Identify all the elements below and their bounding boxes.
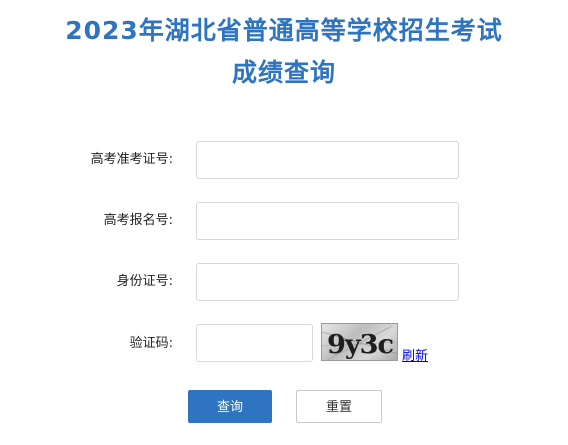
query-button[interactable]: 查询: [188, 390, 272, 423]
reset-button[interactable]: 重置: [296, 390, 382, 423]
registration-number-input[interactable]: [196, 202, 459, 240]
captcha-image[interactable]: 9y3c: [321, 323, 398, 361]
captcha-text: 9y3c: [327, 330, 393, 360]
refresh-captcha-link[interactable]: 刷新: [402, 349, 428, 364]
captcha-input[interactable]: [196, 324, 313, 362]
page-title-line1: 2023年湖北省普通高等学校招生考试: [65, 16, 503, 45]
exam-number-label: 高考准考证号:: [90, 152, 173, 167]
captcha-noise: 9y3c: [322, 325, 397, 360]
exam-number-input[interactable]: [196, 141, 459, 179]
registration-number-label: 高考报名号:: [103, 213, 173, 228]
id-number-label: 身份证号:: [116, 274, 173, 289]
id-number-input[interactable]: [196, 263, 459, 301]
captcha-label: 验证码:: [129, 336, 173, 351]
page-title-line2: 成绩查询: [231, 58, 336, 87]
